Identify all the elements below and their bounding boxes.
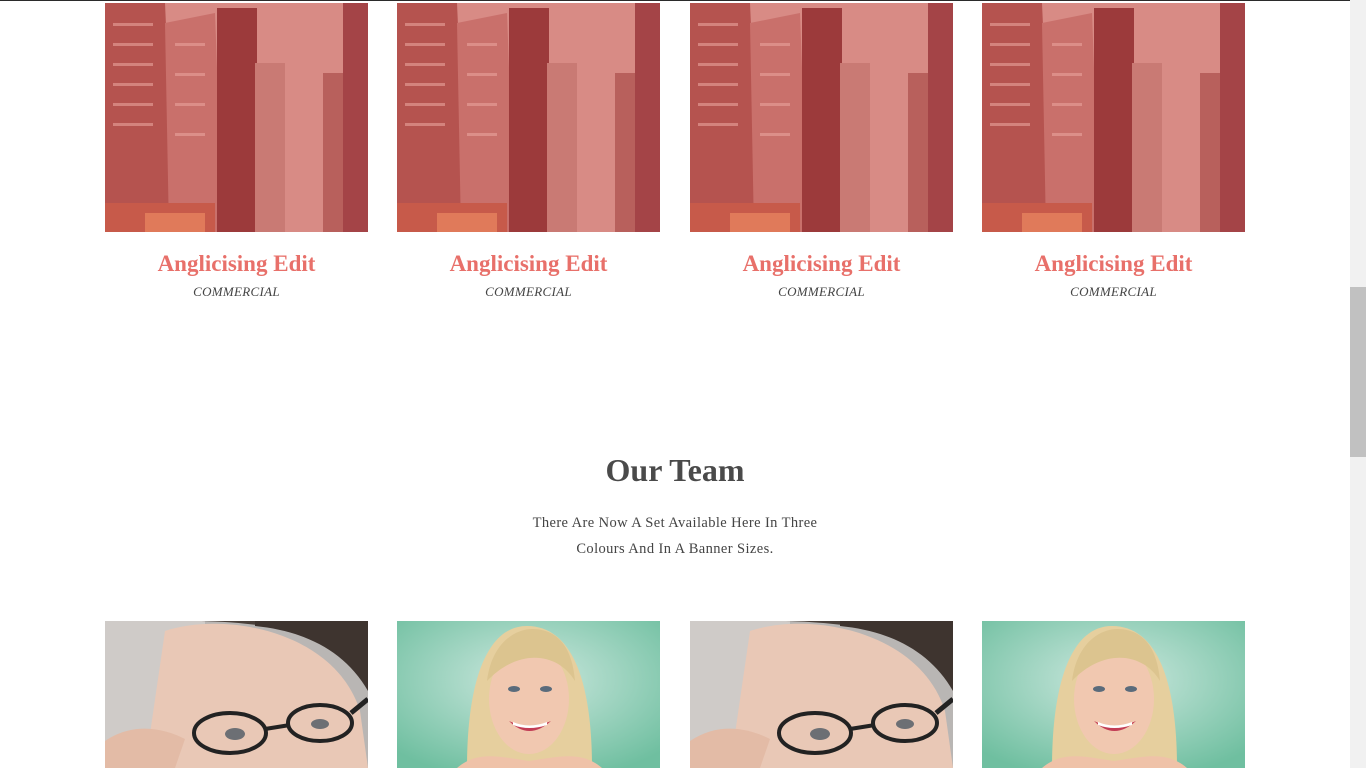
city-street-photo[interactable] <box>105 3 368 232</box>
portfolio-title[interactable]: Anglicising Edit <box>105 252 368 276</box>
city-street-photo[interactable] <box>982 3 1245 232</box>
woman-with-glasses-photo <box>690 621 953 768</box>
portfolio-card[interactable]: Anglicising Edit COMMERCIAL <box>690 3 953 300</box>
portfolio-title[interactable]: Anglicising Edit <box>982 252 1245 276</box>
team-member-photo[interactable] <box>105 621 368 768</box>
team-member-photo[interactable] <box>397 621 660 768</box>
portfolio-card[interactable]: Anglicising Edit COMMERCIAL <box>397 3 660 300</box>
portfolio-category: COMMERCIAL <box>1070 284 1157 299</box>
portfolio-title[interactable]: Anglicising Edit <box>690 252 953 276</box>
portfolio-card[interactable]: Anglicising Edit COMMERCIAL <box>982 3 1245 300</box>
city-buildings-graphic <box>105 3 368 232</box>
smiling-blonde-woman-photo <box>982 621 1245 768</box>
portfolio-title[interactable]: Anglicising Edit <box>397 252 660 276</box>
portfolio-category: COMMERCIAL <box>193 284 280 299</box>
portfolio-card[interactable]: Anglicising Edit COMMERCIAL <box>105 3 368 300</box>
city-street-photo[interactable] <box>397 3 660 232</box>
portfolio-category: COMMERCIAL <box>485 284 572 299</box>
city-buildings-graphic <box>397 3 660 232</box>
scrollbar-thumb[interactable] <box>1350 287 1366 457</box>
city-street-photo[interactable] <box>690 3 953 232</box>
page-content: Anglicising Edit COMMERCIAL Anglicising … <box>0 0 1350 768</box>
woman-with-glasses-photo <box>105 621 368 768</box>
team-heading: Our Team <box>605 452 745 488</box>
team-subtitle: There Are Now A Set Available Here In Th… <box>525 510 825 562</box>
team-member-photo[interactable] <box>690 621 953 768</box>
team-subtitle-line: There Are Now A Set Available Here In Th… <box>532 515 818 531</box>
portfolio-category: COMMERCIAL <box>778 284 865 299</box>
team-subtitle-line: Colours And In A Banner Sizes. <box>576 541 774 557</box>
smiling-blonde-woman-photo <box>397 621 660 768</box>
team-member-photo[interactable] <box>982 621 1245 768</box>
city-buildings-graphic <box>982 3 1245 232</box>
city-buildings-graphic <box>690 3 953 232</box>
